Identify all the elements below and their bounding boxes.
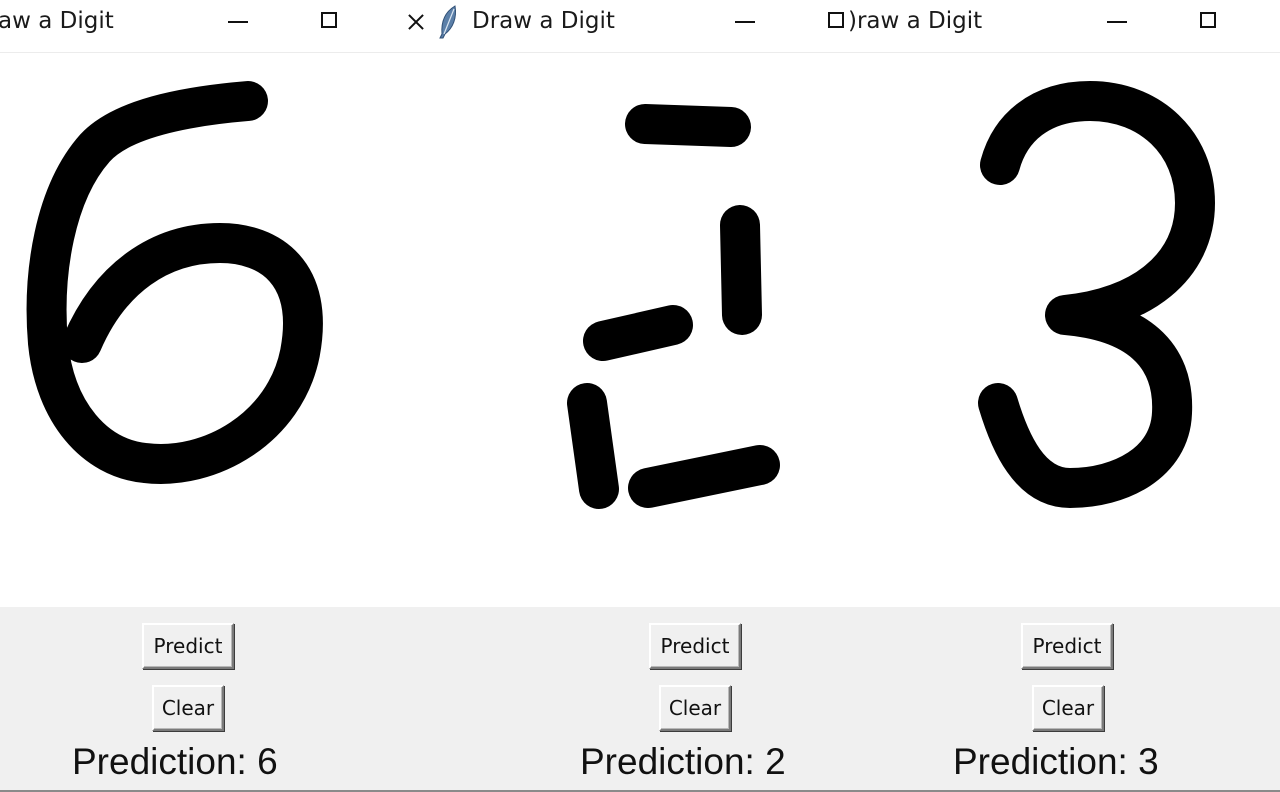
title-bar[interactable]: aw a Digit <box>0 0 425 53</box>
clear-button[interactable]: Clear <box>152 685 224 731</box>
window-title: aw a Digit <box>0 8 114 34</box>
predict-button[interactable]: Predict <box>142 623 234 669</box>
maximize-icon[interactable] <box>1186 0 1232 44</box>
digit-6-stroke <box>26 81 323 484</box>
feather-icon <box>437 4 461 45</box>
maximize-icon[interactable] <box>307 0 353 44</box>
window-title: Draw a Digit <box>472 8 615 34</box>
digit-2-stroke-left <box>567 383 619 509</box>
drawing-canvas[interactable] <box>850 53 1280 607</box>
digit-strokes <box>978 81 1215 508</box>
minimize-icon[interactable] <box>722 0 768 44</box>
prediction-label: Prediction: 3 <box>953 741 1159 782</box>
clear-button[interactable]: Clear <box>659 685 731 731</box>
predict-button[interactable]: Predict <box>1021 623 1113 669</box>
digit-strokes <box>26 81 323 484</box>
control-panel: Predict Clear Prediction: 3 <box>850 607 1280 792</box>
control-panel: Predict Clear Prediction: 6 <box>0 607 425 792</box>
minimize-icon[interactable] <box>1094 0 1140 44</box>
digit-window-1: aw a Digit Predict Clear Prediction: 6 <box>0 0 425 792</box>
digit-window-3: )raw a Digit Predict Clear Prediction: 3 <box>850 0 1280 792</box>
drawing-canvas[interactable] <box>425 53 850 607</box>
clear-button[interactable]: Clear <box>1032 685 1104 731</box>
minimize-icon[interactable] <box>215 0 261 44</box>
digit-2-stroke-bottom <box>628 445 780 508</box>
predict-button[interactable]: Predict <box>649 623 741 669</box>
maximize-icon[interactable] <box>814 0 850 44</box>
digit-window-2: Draw a Digit Predict Clear Prediction: 2 <box>425 0 850 792</box>
digit-3-stroke <box>978 81 1215 508</box>
title-bar[interactable]: )raw a Digit <box>850 0 1280 53</box>
digit-2-stroke-middle <box>583 305 693 361</box>
digit-strokes <box>567 104 780 509</box>
close-icon[interactable] <box>404 0 425 44</box>
prediction-label: Prediction: 6 <box>72 741 278 782</box>
window-title: )raw a Digit <box>850 8 983 34</box>
prediction-label: Prediction: 2 <box>580 741 786 782</box>
drawing-canvas[interactable] <box>0 53 425 607</box>
digit-2-stroke-right <box>720 205 762 335</box>
control-panel: Predict Clear Prediction: 2 <box>425 607 850 792</box>
digit-2-stroke-top <box>625 104 751 147</box>
title-bar[interactable]: Draw a Digit <box>425 0 850 53</box>
